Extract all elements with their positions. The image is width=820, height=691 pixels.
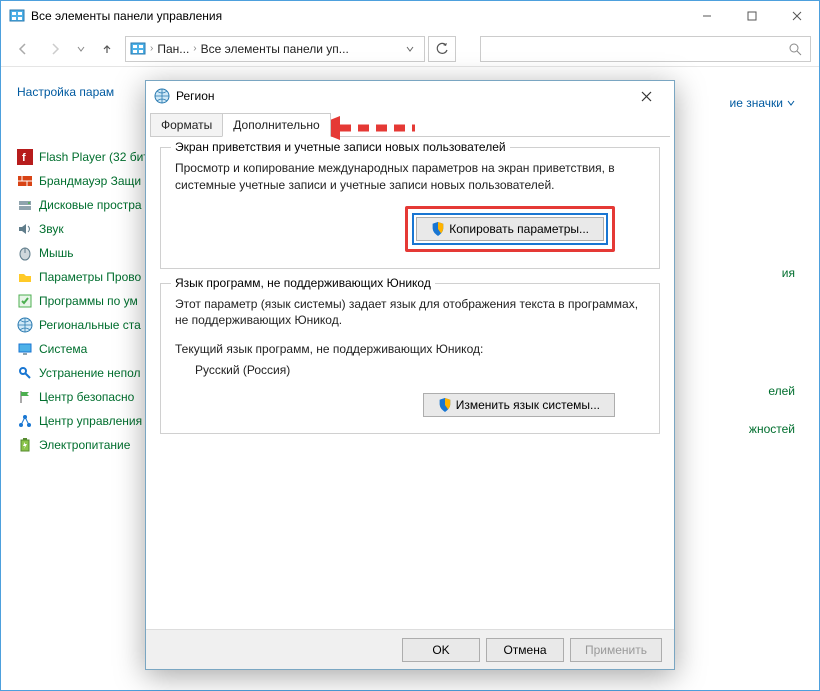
current-language-label: Текущий язык программ, не поддерживающих… [175, 341, 645, 358]
ok-button[interactable]: OK [402, 638, 480, 662]
address-bar: › Пан... › Все элементы панели уп... [1, 31, 819, 67]
current-language-value: Русский (Россия) [175, 362, 645, 379]
cp-item-label: Электропитание [39, 438, 130, 452]
back-button[interactable] [9, 35, 37, 63]
group-description: Просмотр и копирование международных пар… [175, 160, 645, 194]
partial-text: жностей [749, 422, 795, 436]
copy-settings-button[interactable]: Копировать параметры... [416, 217, 604, 241]
cp-item-label: Звук [39, 222, 64, 236]
partial-text-column: ия елей жностей [749, 266, 795, 436]
breadcrumb-separator-icon: › [193, 43, 196, 54]
breadcrumb-part[interactable]: Все элементы панели уп... [201, 42, 349, 56]
cp-item-label: Система [39, 342, 87, 356]
titlebar[interactable]: Все элементы панели управления [1, 1, 819, 31]
globe-icon [17, 317, 33, 333]
network-icon [17, 413, 33, 429]
breadcrumb-separator-icon: › [150, 43, 153, 54]
svg-text:f: f [22, 152, 26, 164]
dialog-titlebar[interactable]: Регион [146, 81, 674, 111]
cp-item-label: Региональные ста [39, 318, 141, 332]
minimize-button[interactable] [684, 1, 729, 31]
tab-advanced[interactable]: Дополнительно [222, 113, 330, 137]
annotation-highlight: Копировать параметры... [405, 206, 615, 252]
view-by-label: ие значки [730, 96, 783, 110]
maximize-button[interactable] [729, 1, 774, 31]
search-icon [788, 42, 802, 56]
window-title: Все элементы панели управления [31, 9, 684, 23]
button-label: Изменить язык системы... [456, 398, 600, 412]
dialog-close-button[interactable] [626, 83, 666, 109]
cp-item-label: Дисковые простра [39, 198, 142, 212]
recent-button[interactable] [73, 35, 89, 63]
control-panel-icon [130, 41, 146, 57]
flag-icon [17, 389, 33, 405]
group-title: Язык программ, не поддерживающих Юникод [171, 276, 435, 290]
button-label: Отмена [503, 643, 546, 657]
cp-item-label: Flash Player (32 бит [39, 150, 149, 164]
firewall-icon [17, 173, 33, 189]
welcome-screen-group: Экран приветствия и учетные записи новых… [160, 147, 660, 269]
power-icon [17, 437, 33, 453]
apply-button[interactable]: Применить [570, 638, 662, 662]
button-label: OK [432, 643, 449, 657]
chevron-down-icon [787, 99, 795, 107]
cp-item-label: Центр управления [39, 414, 142, 428]
partial-text: елей [749, 384, 795, 398]
shield-icon [438, 398, 452, 412]
button-label: Применить [585, 643, 647, 657]
sound-icon [17, 221, 33, 237]
dialog-title: Регион [176, 89, 626, 103]
cp-item-label: Брандмауэр Защи [39, 174, 141, 188]
tab-bar: Форматы Дополнительно [146, 111, 674, 137]
shield-icon [431, 222, 445, 236]
cp-item-label: Программы по ум [39, 294, 138, 308]
tab-formats[interactable]: Форматы [150, 113, 223, 137]
storage-icon [17, 197, 33, 213]
refresh-button[interactable] [428, 36, 456, 62]
breadcrumb[interactable]: › Пан... › Все элементы панели уп... [125, 36, 425, 62]
cp-item-label: Центр безопасно [39, 390, 134, 404]
mouse-icon [17, 245, 33, 261]
breadcrumb-dropdown-icon[interactable] [400, 45, 420, 53]
region-dialog: Регион Форматы Дополнительно Экран приве… [145, 80, 675, 670]
change-system-locale-button[interactable]: Изменить язык системы... [423, 393, 615, 417]
control-panel-icon [9, 8, 25, 24]
system-icon [17, 341, 33, 357]
button-label: Копировать параметры... [449, 222, 589, 236]
non-unicode-group: Язык программ, не поддерживающих Юникод … [160, 283, 660, 434]
flash-icon: f [17, 149, 33, 165]
up-button[interactable] [93, 35, 121, 63]
close-button[interactable] [774, 1, 819, 31]
forward-button[interactable] [41, 35, 69, 63]
default-programs-icon [17, 293, 33, 309]
troubleshoot-icon [17, 365, 33, 381]
cancel-button[interactable]: Отмена [486, 638, 564, 662]
dialog-button-row: OK Отмена Применить [146, 629, 674, 669]
view-by-dropdown[interactable]: ие значки [730, 96, 795, 110]
search-input[interactable] [480, 36, 811, 62]
cp-item-label: Мышь [39, 246, 74, 260]
globe-icon [154, 88, 170, 104]
focus-ring: Копировать параметры... [412, 213, 608, 245]
cp-item-label: Параметры Прово [39, 270, 141, 284]
partial-text: ия [749, 266, 795, 280]
folder-options-icon [17, 269, 33, 285]
breadcrumb-part[interactable]: Пан... [157, 42, 189, 56]
group-title: Экран приветствия и учетные записи новых… [171, 140, 510, 154]
cp-item-label: Устранение непол [39, 366, 141, 380]
group-description: Этот параметр (язык системы) задает язык… [175, 296, 645, 330]
